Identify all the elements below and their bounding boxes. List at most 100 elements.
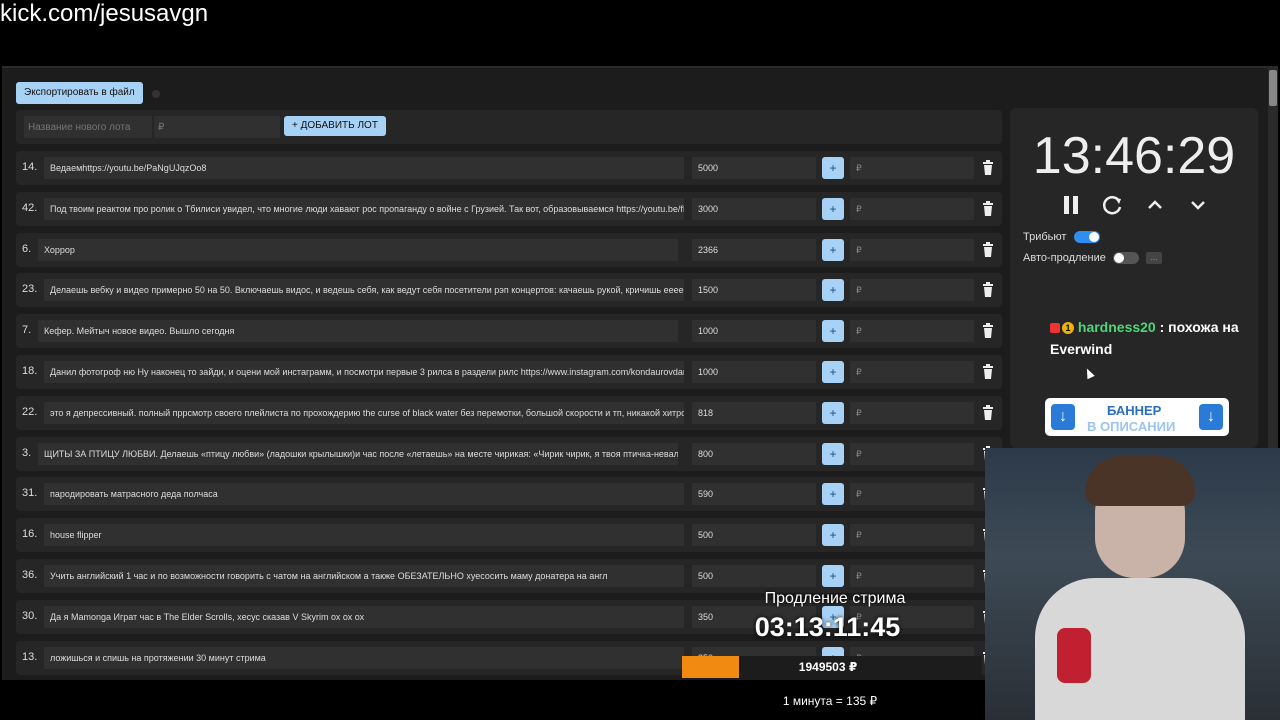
trash-icon[interactable] xyxy=(982,200,994,217)
lot-name-field[interactable]: Ведаемhttps://youtu.be/PaNgUJqzOo8 xyxy=(44,157,684,179)
lot-add-price-input[interactable]: ₽ xyxy=(850,401,974,424)
pause-icon[interactable] xyxy=(1056,190,1086,220)
banner-line1: БАННЕР xyxy=(1107,403,1162,418)
lot-row: 16. house flipper 500 + ₽ xyxy=(16,518,1002,553)
autoextend-toggle[interactable] xyxy=(1112,252,1139,265)
lot-name-field[interactable]: Да я Mamonga Играт час в The Elder Scrol… xyxy=(44,605,684,628)
trash-icon[interactable] xyxy=(982,404,994,421)
lot-add-price-input[interactable]: ₽ xyxy=(850,361,974,383)
lot-number: 23. xyxy=(22,283,38,296)
add-amount-button[interactable]: + xyxy=(822,320,844,343)
lot-row: 7. Кефер. Мейтыч новое видео. Вышло сегод… xyxy=(16,314,1002,349)
auction-timer: 13:46:29 xyxy=(1032,127,1236,185)
donation-progress: 1949503 ₽ xyxy=(682,656,982,678)
lot-name-field[interactable]: пародировать матрасного деда полчаса xyxy=(44,483,684,506)
lot-name-field[interactable]: Под твоим реактом про ролик о Тбилиси ув… xyxy=(44,197,684,220)
lot-add-price-input[interactable]: ₽ xyxy=(850,157,974,179)
add-amount-button[interactable]: + xyxy=(822,524,844,547)
webcam-feed xyxy=(985,448,1280,720)
lot-add-price-input[interactable]: ₽ xyxy=(850,483,974,506)
add-amount-button[interactable]: + xyxy=(822,279,844,302)
lot-amount-field[interactable]: 3000 xyxy=(692,197,816,220)
autoextend-row: Авто-продление ... xyxy=(1023,252,1163,265)
lot-number: 22. xyxy=(22,405,38,418)
chat-badge-icon xyxy=(1050,323,1060,334)
lot-number: 36. xyxy=(22,569,38,581)
lot-amount-field[interactable]: 5000 xyxy=(692,157,816,179)
chat-username: hardness20 xyxy=(1077,319,1156,335)
add-amount-button[interactable]: + xyxy=(822,442,844,465)
lot-number: 30. xyxy=(22,609,38,622)
add-amount-button[interactable]: + xyxy=(822,483,844,506)
add-amount-button[interactable]: + xyxy=(822,157,844,179)
trash-icon[interactable] xyxy=(982,160,994,176)
lot-amount-field[interactable]: 1000 xyxy=(692,320,816,343)
lot-row: 36. Учить английский 1 час и по возможнос… xyxy=(16,559,1002,593)
lot-row: 18. Данил фотогроф ню Ну наконец то зайди… xyxy=(16,355,1002,389)
banner: ↓ ↓ БАННЕР В ОПИСАНИИ xyxy=(1045,398,1229,436)
chevron-down-icon[interactable] xyxy=(1183,190,1213,220)
export-button[interactable]: Экспортировать в файл xyxy=(16,82,143,104)
lot-name-field[interactable]: ЩИТЫ ЗА ПТИЦУ ЛЮБВИ. Делаешь «птицу любв… xyxy=(38,442,678,465)
lot-row: 23. Делаешь вебку и видео примерно 50 на … xyxy=(16,273,1002,308)
lot-number: 18. xyxy=(22,365,38,377)
lot-name-field[interactable]: Хоррор xyxy=(38,238,678,261)
lot-row: 31. пародировать матрасного деда полчаса 5… xyxy=(16,477,1002,512)
new-lot-name-input[interactable] xyxy=(24,116,152,138)
lot-name-field[interactable]: Делаешь вебку и видео примерно 50 на 50.… xyxy=(44,279,684,302)
stream-extension-timer: 03:13:11:45 xyxy=(754,612,901,642)
lot-amount-field[interactable]: 500 xyxy=(692,524,816,547)
lot-name-field[interactable]: Данил фотогроф ню Ну наконец то зайди, и… xyxy=(44,361,684,383)
lot-number: 3. xyxy=(22,446,32,459)
chevron-up-icon[interactable] xyxy=(1140,190,1170,220)
trash-icon[interactable] xyxy=(982,364,994,380)
lot-add-price-input[interactable]: ₽ xyxy=(850,197,974,220)
reset-icon[interactable] xyxy=(1097,190,1127,220)
scrollbar-thumb[interactable] xyxy=(1269,70,1277,106)
timer-panel: 13:46:29 Трибьют Авто-продление ... xyxy=(1010,108,1258,448)
add-lot-button[interactable]: + ДОБАВИТЬ ЛОТ xyxy=(284,116,386,136)
lot-amount-field[interactable]: 1500 xyxy=(692,279,816,302)
lot-amount-field[interactable]: 800 xyxy=(692,442,816,465)
channel-url: kick.com/jesusavgn xyxy=(0,0,209,27)
lot-number: 16. xyxy=(22,528,38,541)
lot-amount-field[interactable]: 1000 xyxy=(692,361,816,383)
lot-amount-field[interactable]: 500 xyxy=(692,565,816,587)
lot-name-field[interactable]: это я депрессивный. полный пррсмотр свое… xyxy=(44,401,684,424)
lot-row: 42. Под твоим реактом про ролик о Тбилиси… xyxy=(16,191,1002,226)
lot-name-field[interactable]: ложишься и спишь на протяжении 30 минут … xyxy=(44,646,684,669)
add-lot-bar: + ДОБАВИТЬ ЛОТ xyxy=(16,110,1002,144)
lot-add-price-input[interactable]: ₽ xyxy=(850,238,974,261)
lot-name-field[interactable]: house flipper xyxy=(44,524,684,547)
autoextend-label: Авто-продление xyxy=(1023,252,1106,264)
add-amount-button[interactable]: + xyxy=(822,565,844,587)
lot-name-field[interactable]: Учить английский 1 час и по возможности … xyxy=(44,565,684,587)
lot-amount-field[interactable]: 2366 xyxy=(692,238,816,261)
add-amount-button[interactable]: + xyxy=(822,401,844,424)
lot-name-field[interactable]: Кефер. Мейтыч новое видео. Вышло сегодня xyxy=(38,320,678,343)
lot-row: 3. ЩИТЫ ЗА ПТИЦУ ЛЮБВИ. Делаешь «птицу лю… xyxy=(16,436,1002,471)
donation-total: 1949503 ₽ xyxy=(798,660,858,674)
tribute-toggle[interactable] xyxy=(1073,231,1100,244)
sub-badge-icon: 1 xyxy=(1062,322,1074,335)
add-amount-button[interactable]: + xyxy=(822,238,844,261)
banner-line2: В ОПИСАНИИ xyxy=(1087,419,1176,434)
lot-add-price-input[interactable]: ₽ xyxy=(850,320,974,343)
lot-add-price-input[interactable]: ₽ xyxy=(850,524,974,547)
lot-add-price-input[interactable]: ₽ xyxy=(850,279,974,302)
rate-text: 1 минута = 135 ₽ xyxy=(782,694,878,708)
lot-amount-field[interactable]: 590 xyxy=(692,483,816,506)
lot-number: 42. xyxy=(22,201,38,214)
lot-amount-field[interactable]: 818 xyxy=(692,401,816,424)
lot-add-price-input[interactable]: ₽ xyxy=(850,442,974,465)
add-amount-button[interactable]: + xyxy=(822,197,844,220)
autoextend-more-button[interactable]: ... xyxy=(1146,252,1163,265)
new-lot-price-input[interactable] xyxy=(154,116,280,138)
add-amount-button[interactable]: + xyxy=(822,361,844,383)
trash-icon[interactable] xyxy=(982,282,994,298)
lot-add-price-input[interactable]: ₽ xyxy=(850,565,974,587)
download-arrow-icon: ↓ xyxy=(1051,404,1075,430)
trash-icon[interactable] xyxy=(982,241,994,258)
lot-number: 13. xyxy=(22,650,38,663)
trash-icon[interactable] xyxy=(982,323,994,339)
